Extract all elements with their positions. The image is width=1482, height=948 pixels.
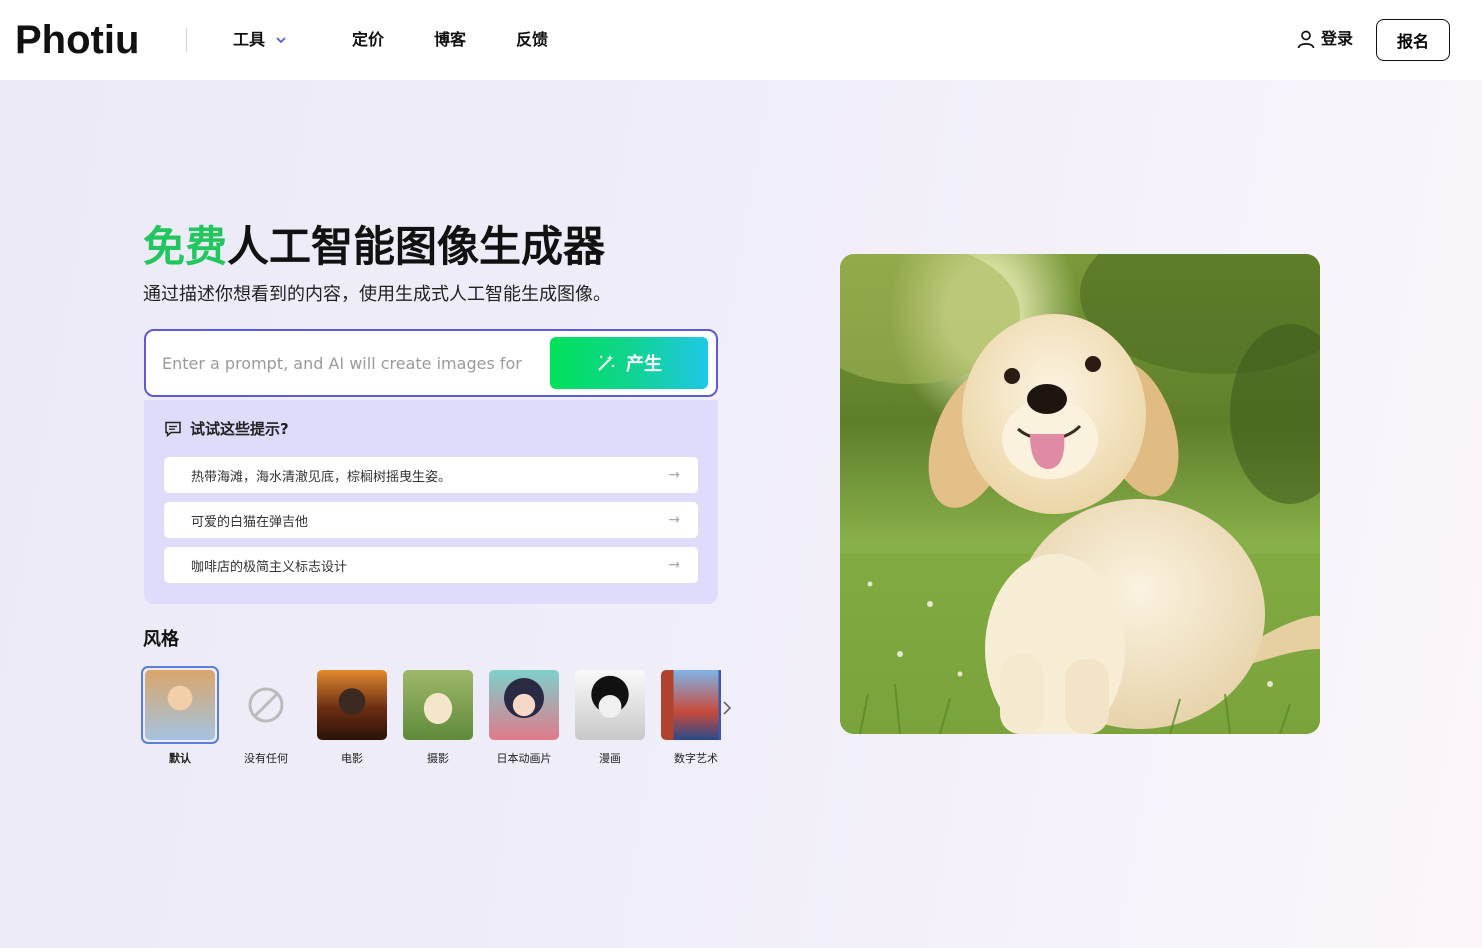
title-rest: 人工智能图像生成器 (227, 222, 606, 271)
prompt-box: 产生 (144, 329, 718, 397)
header-divider (186, 28, 187, 52)
hero-image (840, 254, 1320, 734)
user-icon (1297, 30, 1315, 49)
suggestion-text: 可爱的白猫在弹吉他 (191, 514, 309, 530)
nav-tools[interactable]: 工具 (233, 29, 287, 51)
style-anime[interactable]: 日本动画片 (485, 666, 563, 766)
suggestion-text: 咖啡店的极简主义标志设计 (191, 559, 348, 575)
prompt-input[interactable] (162, 345, 542, 381)
page-title: 免费人工智能图像生成器 (143, 220, 605, 274)
magic-wand-icon (598, 355, 615, 371)
style-manga[interactable]: 漫画 (571, 666, 649, 766)
arrow-right-icon: → (668, 512, 680, 528)
suggestion-text: 热带海滩，海水清澈见底，棕榈树摇曳生姿。 (191, 469, 452, 485)
nav-blog[interactable]: 博客 (434, 29, 466, 51)
signup-button[interactable]: 报名 (1376, 19, 1450, 61)
style-picker: 默认 没有任何 电影 摄影 日本动画片 漫画 数字艺术 (141, 666, 721, 770)
style-default[interactable]: 默认 (141, 666, 219, 766)
suggestion-item[interactable]: 咖啡店的极简主义标志设计 → (164, 547, 698, 583)
style-label: 默认 (169, 752, 191, 765)
suggestions-heading: 试试这些提示? (164, 418, 289, 439)
style-label: 日本动画片 (496, 752, 552, 765)
puppy-illustration (840, 254, 1320, 734)
arrow-right-icon: → (668, 467, 680, 483)
ban-icon (231, 670, 301, 740)
style-thumbnail (661, 670, 721, 740)
style-thumbnail (145, 670, 215, 740)
logo[interactable]: Photiu (15, 18, 139, 62)
generate-button[interactable]: 产生 (550, 337, 708, 389)
chevron-down-icon (276, 37, 286, 44)
styles-heading: 风格 (143, 629, 179, 650)
style-label: 漫画 (599, 752, 621, 765)
nav-feedback[interactable]: 反馈 (516, 29, 548, 51)
title-accent: 免费 (143, 222, 228, 271)
nav-pricing[interactable]: 定价 (352, 29, 384, 51)
chevron-right-icon[interactable] (720, 698, 736, 718)
style-label: 没有任何 (244, 752, 288, 765)
style-thumbnail (489, 670, 559, 740)
style-movie[interactable]: 电影 (313, 666, 391, 766)
top-header: Photiu 工具 定价 博客 反馈 登录 报名 (0, 0, 1482, 80)
login-label: 登录 (1321, 29, 1354, 48)
suggestion-item[interactable]: 热带海滩，海水清澈见底，棕榈树摇曳生姿。 → (164, 457, 698, 493)
suggestions-panel: 试试这些提示? 热带海滩，海水清澈见底，棕榈树摇曳生姿。 → 可爱的白猫在弹吉他… (144, 400, 718, 604)
chat-icon (165, 421, 181, 437)
style-thumbnail (575, 670, 645, 740)
nav-tools-label: 工具 (233, 30, 266, 49)
style-thumbnail (403, 670, 473, 740)
suggestions-heading-text: 试试这些提示? (190, 420, 289, 438)
style-label: 电影 (341, 752, 363, 765)
login-button[interactable]: 登录 (1296, 28, 1353, 50)
style-label: 数字艺术 (674, 752, 718, 765)
style-thumbnail (317, 670, 387, 740)
page-subtitle: 通过描述你想看到的内容，使用生成式人工智能生成图像。 (143, 284, 611, 305)
style-digital-art[interactable]: 数字艺术 (657, 666, 721, 766)
generate-label: 产生 (626, 354, 662, 375)
style-photography[interactable]: 摄影 (399, 666, 477, 766)
style-none[interactable]: 没有任何 (227, 666, 305, 766)
style-label: 摄影 (427, 752, 449, 765)
suggestion-item[interactable]: 可爱的白猫在弹吉他 → (164, 502, 698, 538)
arrow-right-icon: → (668, 557, 680, 573)
